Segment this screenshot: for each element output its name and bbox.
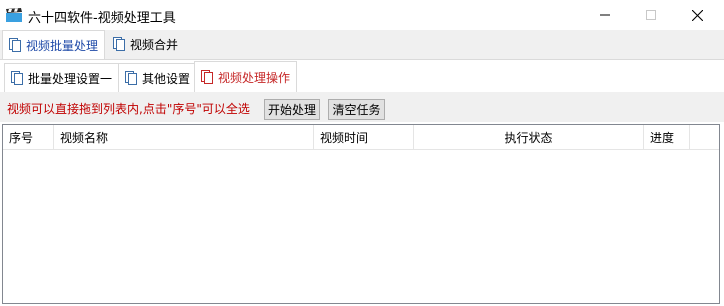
maximize-button[interactable] bbox=[628, 0, 674, 30]
action-toolbar: 视频可以直接拖到列表内,点击"序号"可以全选 开始处理 清空任务 bbox=[0, 92, 724, 122]
task-list[interactable]: 序号 视频名称 视频时间 执行状态 进度 bbox=[2, 124, 720, 304]
tab-video-merge[interactable]: 视频合并 bbox=[107, 30, 184, 58]
document-icon bbox=[201, 70, 213, 84]
task-list-header: 序号 视频名称 视频时间 执行状态 进度 bbox=[3, 125, 719, 150]
tab-video-processing[interactable]: 视频处理操作 bbox=[194, 61, 298, 92]
minimize-button[interactable] bbox=[582, 0, 628, 30]
column-header-video-name[interactable]: 视频名称 bbox=[54, 125, 314, 149]
sub-tab-bar: 批量处理设置一 其他设置 视频处理操作 bbox=[0, 60, 724, 93]
start-processing-button[interactable]: 开始处理 bbox=[264, 99, 320, 120]
close-icon bbox=[691, 9, 703, 21]
drag-hint-text: 视频可以直接拖到列表内,点击"序号"可以全选 bbox=[7, 102, 250, 116]
column-header-status[interactable]: 执行状态 bbox=[414, 125, 644, 149]
title-bar: 六十四软件-视频处理工具 bbox=[0, 0, 724, 31]
column-header-video-time[interactable]: 视频时间 bbox=[314, 125, 414, 149]
tab-label: 其他设置 bbox=[142, 71, 191, 86]
clapperboard-icon bbox=[6, 8, 22, 22]
minimize-icon bbox=[600, 14, 610, 16]
document-icon bbox=[125, 71, 137, 85]
close-button[interactable] bbox=[674, 0, 720, 30]
column-header-progress[interactable]: 进度 bbox=[644, 125, 690, 149]
tab-label: 视频批量处理 bbox=[26, 38, 99, 53]
document-icon bbox=[9, 38, 21, 52]
window-title: 六十四软件-视频处理工具 bbox=[28, 11, 176, 26]
tab-video-batch[interactable]: 视频批量处理 bbox=[2, 30, 106, 59]
main-tab-bar: 视频批量处理 视频合并 bbox=[0, 30, 724, 60]
document-icon bbox=[113, 37, 125, 51]
maximize-icon bbox=[646, 10, 656, 20]
clear-tasks-button[interactable]: 清空任务 bbox=[328, 99, 385, 120]
tab-label: 视频合并 bbox=[130, 37, 179, 52]
tab-batch-settings-1[interactable]: 批量处理设置一 bbox=[4, 63, 120, 92]
tab-other-settings[interactable]: 其他设置 bbox=[118, 63, 198, 92]
document-icon bbox=[11, 71, 23, 85]
tab-label: 批量处理设置一 bbox=[28, 71, 113, 86]
tab-label: 视频处理操作 bbox=[218, 70, 291, 85]
column-header-index[interactable]: 序号 bbox=[3, 125, 54, 149]
